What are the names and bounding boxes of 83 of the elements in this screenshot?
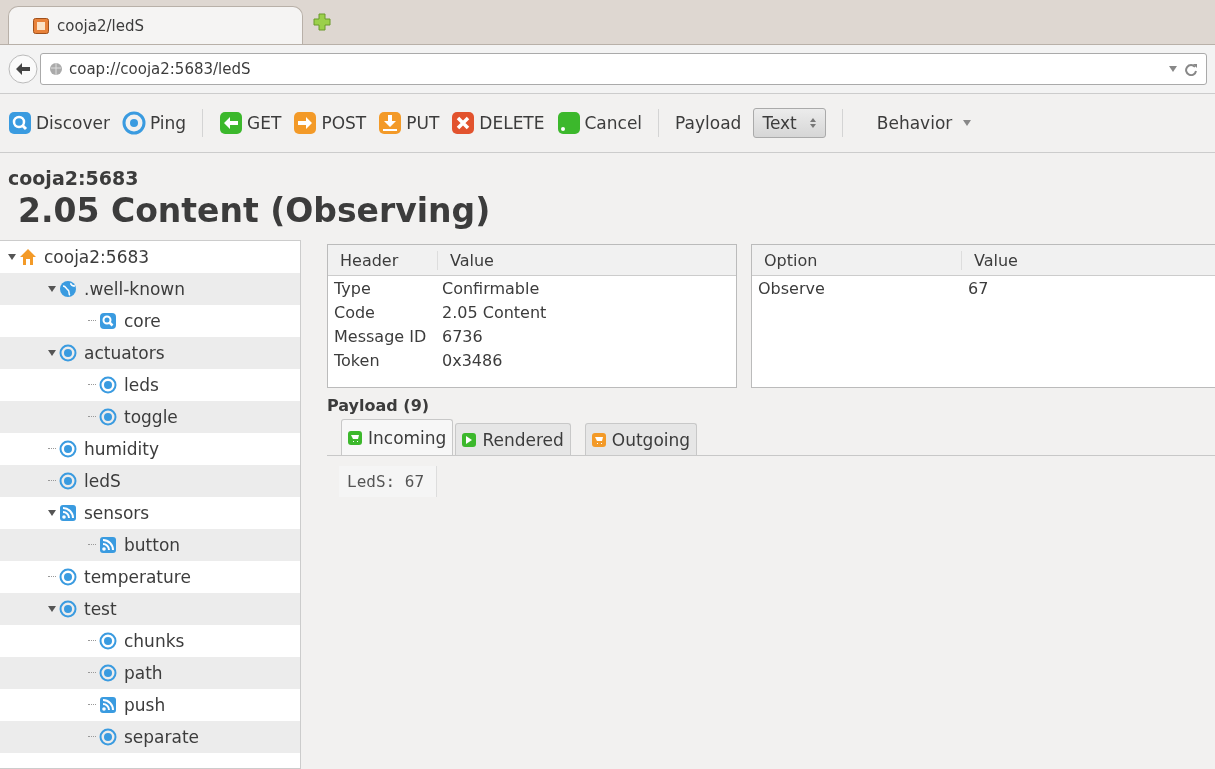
target-icon	[59, 472, 77, 490]
cart-icon	[591, 432, 606, 447]
tree-item[interactable]: push	[0, 689, 300, 721]
target-icon	[99, 632, 117, 650]
tree-item[interactable]: ledS	[0, 465, 300, 497]
tree-item[interactable]: separate	[0, 721, 300, 753]
column-header[interactable]: Option	[752, 250, 962, 270]
globe-icon	[59, 280, 77, 298]
cart-icon	[348, 430, 362, 445]
payload-tab[interactable]: Incoming	[341, 419, 454, 455]
toolbar-button[interactable]: Ping	[121, 111, 187, 135]
tree-item[interactable]: temperature	[0, 561, 300, 593]
tree-item[interactable]: chunks	[0, 625, 300, 657]
tree-item[interactable]: core	[0, 305, 300, 337]
toolbar-button[interactable]: PUT	[378, 111, 440, 135]
dropdown-icon	[962, 119, 973, 127]
payload-tab[interactable]: Rendered	[455, 423, 571, 455]
app-favicon-icon	[33, 17, 49, 34]
toolbar-button[interactable]: Cancel	[556, 111, 643, 135]
host-title: cooja2:5683	[8, 167, 140, 189]
tree-item[interactable]: actuators	[0, 337, 300, 369]
tree-item[interactable]: toggle	[0, 401, 300, 433]
download-icon	[378, 111, 403, 135]
expander-icon[interactable]	[48, 285, 56, 293]
expander-icon[interactable]	[48, 509, 56, 517]
target-icon	[59, 344, 77, 362]
feed-icon	[59, 504, 77, 522]
search-icon	[8, 111, 32, 135]
payload-tab[interactable]: Outgoing	[584, 423, 698, 455]
tree-item[interactable]: sensors	[0, 497, 300, 529]
tree-item[interactable]: .well-known	[0, 273, 300, 305]
table-cell-text: Code	[333, 302, 376, 322]
search-icon	[99, 312, 117, 330]
tree-item[interactable]: button	[0, 529, 300, 561]
tree-item[interactable]: test	[0, 593, 300, 625]
target-icon	[99, 728, 117, 746]
payload-text: LedS: 67	[339, 466, 438, 497]
home-icon	[19, 248, 37, 266]
toolbar-button[interactable]: POST	[293, 111, 367, 135]
table-cell-text: Confirmable	[441, 278, 541, 298]
payload-title: Payload (9)	[327, 396, 431, 415]
tree-item[interactable]: path	[0, 657, 300, 689]
response-status: 2.05 Content (Observing)	[17, 191, 492, 230]
table-cell-text: Token	[333, 350, 381, 370]
toolbar-button[interactable]: DELETE	[451, 111, 545, 135]
close-icon	[451, 111, 476, 135]
target-icon	[59, 568, 77, 586]
toolbar-button[interactable]: GET	[219, 111, 282, 135]
target-icon	[99, 408, 117, 426]
tree-item[interactable]: cooja2:5683	[0, 241, 300, 273]
table-cell-text: Type	[333, 278, 372, 298]
feed-icon	[99, 536, 117, 554]
behavior-menu[interactable]: Behavior	[870, 112, 979, 134]
tree-item[interactable]: humidity	[0, 433, 300, 465]
address-field[interactable]: coap://cooja2:5683/ledS	[40, 53, 1207, 85]
tree-item[interactable]: leds	[0, 369, 300, 401]
column-header[interactable]: Value	[962, 250, 1215, 270]
target-icon	[99, 664, 117, 682]
expander-icon[interactable]	[48, 605, 56, 613]
spinner-arrows-icon	[808, 117, 817, 129]
dropdown-icon[interactable]	[1168, 65, 1178, 73]
globe-icon	[49, 62, 63, 76]
feed-icon	[99, 696, 117, 714]
column-header[interactable]: Value	[438, 250, 736, 270]
payload-label: Payload	[675, 113, 742, 133]
reload-icon[interactable]	[1184, 62, 1198, 76]
table-cell-text: Observe	[757, 278, 826, 298]
play-icon	[462, 432, 477, 447]
table-cell-text: 6736	[441, 326, 484, 346]
table-cell-text: 0x3486	[441, 350, 504, 370]
table-cell-text: 2.05 Content	[441, 302, 548, 322]
target-icon	[59, 440, 77, 458]
expander-icon[interactable]	[48, 349, 56, 357]
expander-icon[interactable]	[8, 253, 16, 261]
target-icon	[99, 376, 117, 394]
table-cell-text: 67	[967, 278, 990, 298]
target-icon	[59, 600, 77, 618]
browser-tab[interactable]: cooja2/ledS	[8, 6, 303, 44]
table-cell-text: Message ID	[333, 326, 428, 346]
toolbar-button[interactable]: Discover	[8, 111, 110, 135]
payload-format-select[interactable]: Text	[753, 108, 826, 138]
column-header[interactable]: Header	[328, 250, 438, 270]
target-icon	[121, 111, 146, 135]
